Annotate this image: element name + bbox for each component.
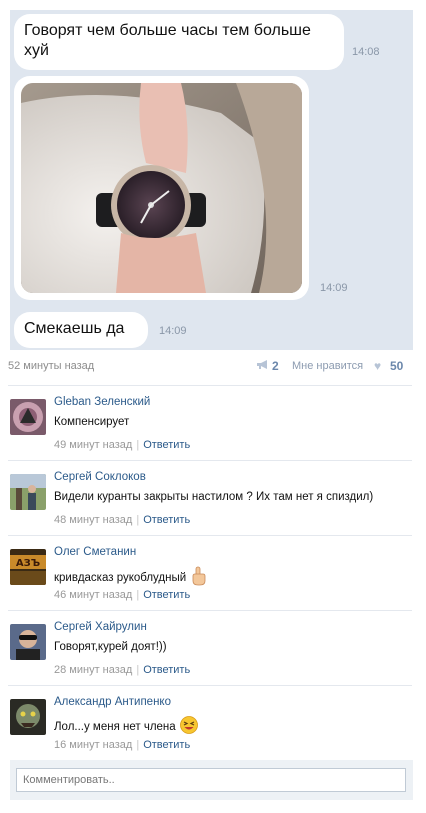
avatar[interactable] [10,624,46,660]
comment: Gleban Зеленский Компенсирует 49 минут н… [0,385,426,460]
comment-meta: 49 минут назад | Ответить [54,439,190,451]
message-bubble: Говорят чем больше часы тем больше хуй [14,14,344,70]
comment-body: Лол...у меня нет члена [54,720,176,733]
comment: АЗЪ Олег Сметанин кривдасказ рукоблудный… [0,535,426,610]
message-time: 14:09 [320,282,348,294]
comment-meta: 48 минут назад | Ответить [54,514,190,526]
heart-icon[interactable]: ♥ [374,359,381,373]
repost-button[interactable]: 2 [256,359,279,373]
pipe-divider: | [136,739,140,751]
reply-link[interactable]: Ответить [143,439,190,451]
watch-photo [21,83,302,293]
comment-body: кривдасказ рукоблудный [54,571,187,584]
avatar[interactable] [10,699,46,735]
avatar[interactable] [10,474,46,510]
comment-meta: 16 минут назад | Ответить [54,739,190,751]
divider [8,685,412,686]
comment-text: кривдасказ рукоблудный [54,566,208,589]
pipe-divider: | [136,514,140,526]
comment-body: Видели куранты закрыты настилом ? Их там… [54,491,374,503]
comment-input[interactable] [16,768,406,792]
reply-link[interactable]: Ответить [143,514,190,526]
divider [8,385,412,386]
reply-link[interactable]: Ответить [143,589,190,601]
comment: Сергей Хайрулин Говорят,курей доят!)) 28… [0,610,426,685]
avatar[interactable] [10,399,46,435]
comment-text: Компенсирует [54,416,129,428]
pointing-up-hand-icon [190,566,208,589]
avatar[interactable]: АЗЪ [10,549,46,585]
divider [8,460,412,461]
comment-text: Видели куранты закрыты настилом ? Их там… [54,491,373,503]
comment: Александр Антипенко Лол...у меня нет чле… [0,685,426,760]
megaphone-icon [256,359,269,373]
like-count[interactable]: 50 [390,359,403,373]
repost-count: 2 [272,359,279,373]
pipe-divider: | [136,589,140,601]
reply-link[interactable]: Ответить [143,664,190,676]
comment-meta: 46 минут назад | Ответить [54,589,190,601]
comment-time[interactable]: 49 минут назад [54,439,132,451]
comment-author[interactable]: Олег Сметанин [54,546,136,558]
reply-link[interactable]: Ответить [143,739,190,751]
comment-body: Говорят,курей доят!)) [54,641,167,653]
comment-time[interactable]: 28 минут назад [54,664,132,676]
comment-composer [10,760,413,800]
comment-time[interactable]: 48 минут назад [54,514,132,526]
message-text: Говорят чем больше часы тем больше хуй [24,22,311,59]
divider [8,535,412,536]
comment-text: Лол...у меня нет члена [54,716,198,737]
message-time: 14:08 [352,46,380,58]
pipe-divider: | [136,439,140,451]
message-text: Смекаешь да [24,320,125,337]
comment-meta: 28 минут назад | Ответить [54,664,190,676]
comment-time[interactable]: 46 минут назад [54,589,132,601]
comment-author[interactable]: Александр Антипенко [54,696,171,708]
comment: Сергей Соклоков Видели куранты закрыты н… [0,460,426,535]
pipe-divider: | [136,664,140,676]
comment-author[interactable]: Сергей Соклоков [54,471,146,483]
comment-author[interactable]: Сергей Хайрулин [54,621,147,633]
svg-text:АЗЪ: АЗЪ [16,558,40,569]
comment-time[interactable]: 16 минут назад [54,739,132,751]
chat-screenshot: Говорят чем больше часы тем больше хуй 1… [10,10,413,350]
comment-text: Говорят,курей доят!)) [54,641,167,653]
like-label[interactable]: Мне нравится [292,360,363,372]
comment-author[interactable]: Gleban Зеленский [54,396,150,408]
message-bubble: Смекаешь да [14,312,148,348]
laughing-face-icon [179,716,198,737]
post-meta: 52 минуты назад 2 Мне нравится ♥ 50 [8,359,413,376]
photo-message-bubble [14,76,309,300]
divider [8,610,412,611]
message-time: 14:09 [159,325,187,337]
post-timestamp[interactable]: 52 минуты назад [8,360,94,372]
comment-body: Компенсирует [54,416,130,428]
